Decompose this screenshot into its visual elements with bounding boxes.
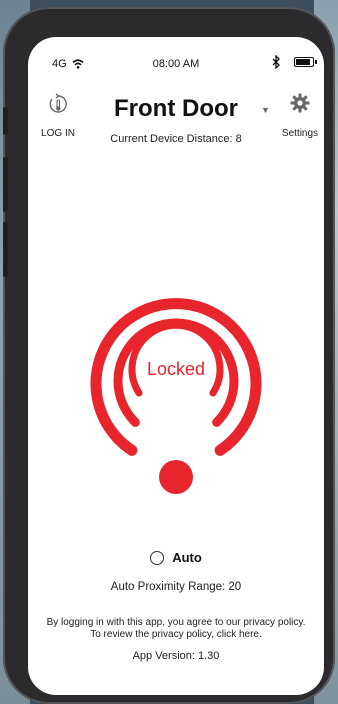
app-screen: 4G 08:00 AM LOG IN Front Door ▼ Current …: [28, 37, 324, 695]
gear-icon: [290, 93, 310, 113]
auto-radio[interactable]: [150, 550, 165, 565]
lock-status-label: Locked: [146, 359, 206, 379]
lock-toggle-graphic[interactable]: [81, 295, 271, 495]
status-right: [272, 55, 317, 69]
auto-toggle[interactable]: Auto: [28, 550, 324, 565]
auto-proximity-range: Auto Proximity Range: 20: [110, 581, 242, 593]
settings-label: Settings: [281, 128, 319, 139]
status-bar: 4G 08:00 AM: [28, 37, 324, 70]
auto-label: Auto: [172, 550, 202, 565]
battery-icon: [294, 57, 317, 67]
lock-dot: [159, 460, 193, 494]
app-version: App Version: 1.30: [132, 650, 220, 662]
privacy-notice: By logging in with this app, you agree t…: [34, 617, 318, 641]
phone-side-button: [3, 222, 8, 277]
privacy-link[interactable]: To review the privacy policy, click here…: [34, 629, 318, 641]
phone-side-button: [3, 157, 8, 212]
privacy-line: By logging in with this app, you agree t…: [46, 617, 306, 628]
phone-frame: 4G 08:00 AM LOG IN Front Door ▼ Current …: [3, 7, 335, 704]
phone-side-button: [3, 107, 8, 135]
device-title: Front Door: [114, 95, 238, 122]
caret-down-icon[interactable]: ▼: [261, 105, 270, 115]
bluetooth-icon: [272, 55, 280, 69]
settings-button[interactable]: Settings: [280, 93, 320, 139]
